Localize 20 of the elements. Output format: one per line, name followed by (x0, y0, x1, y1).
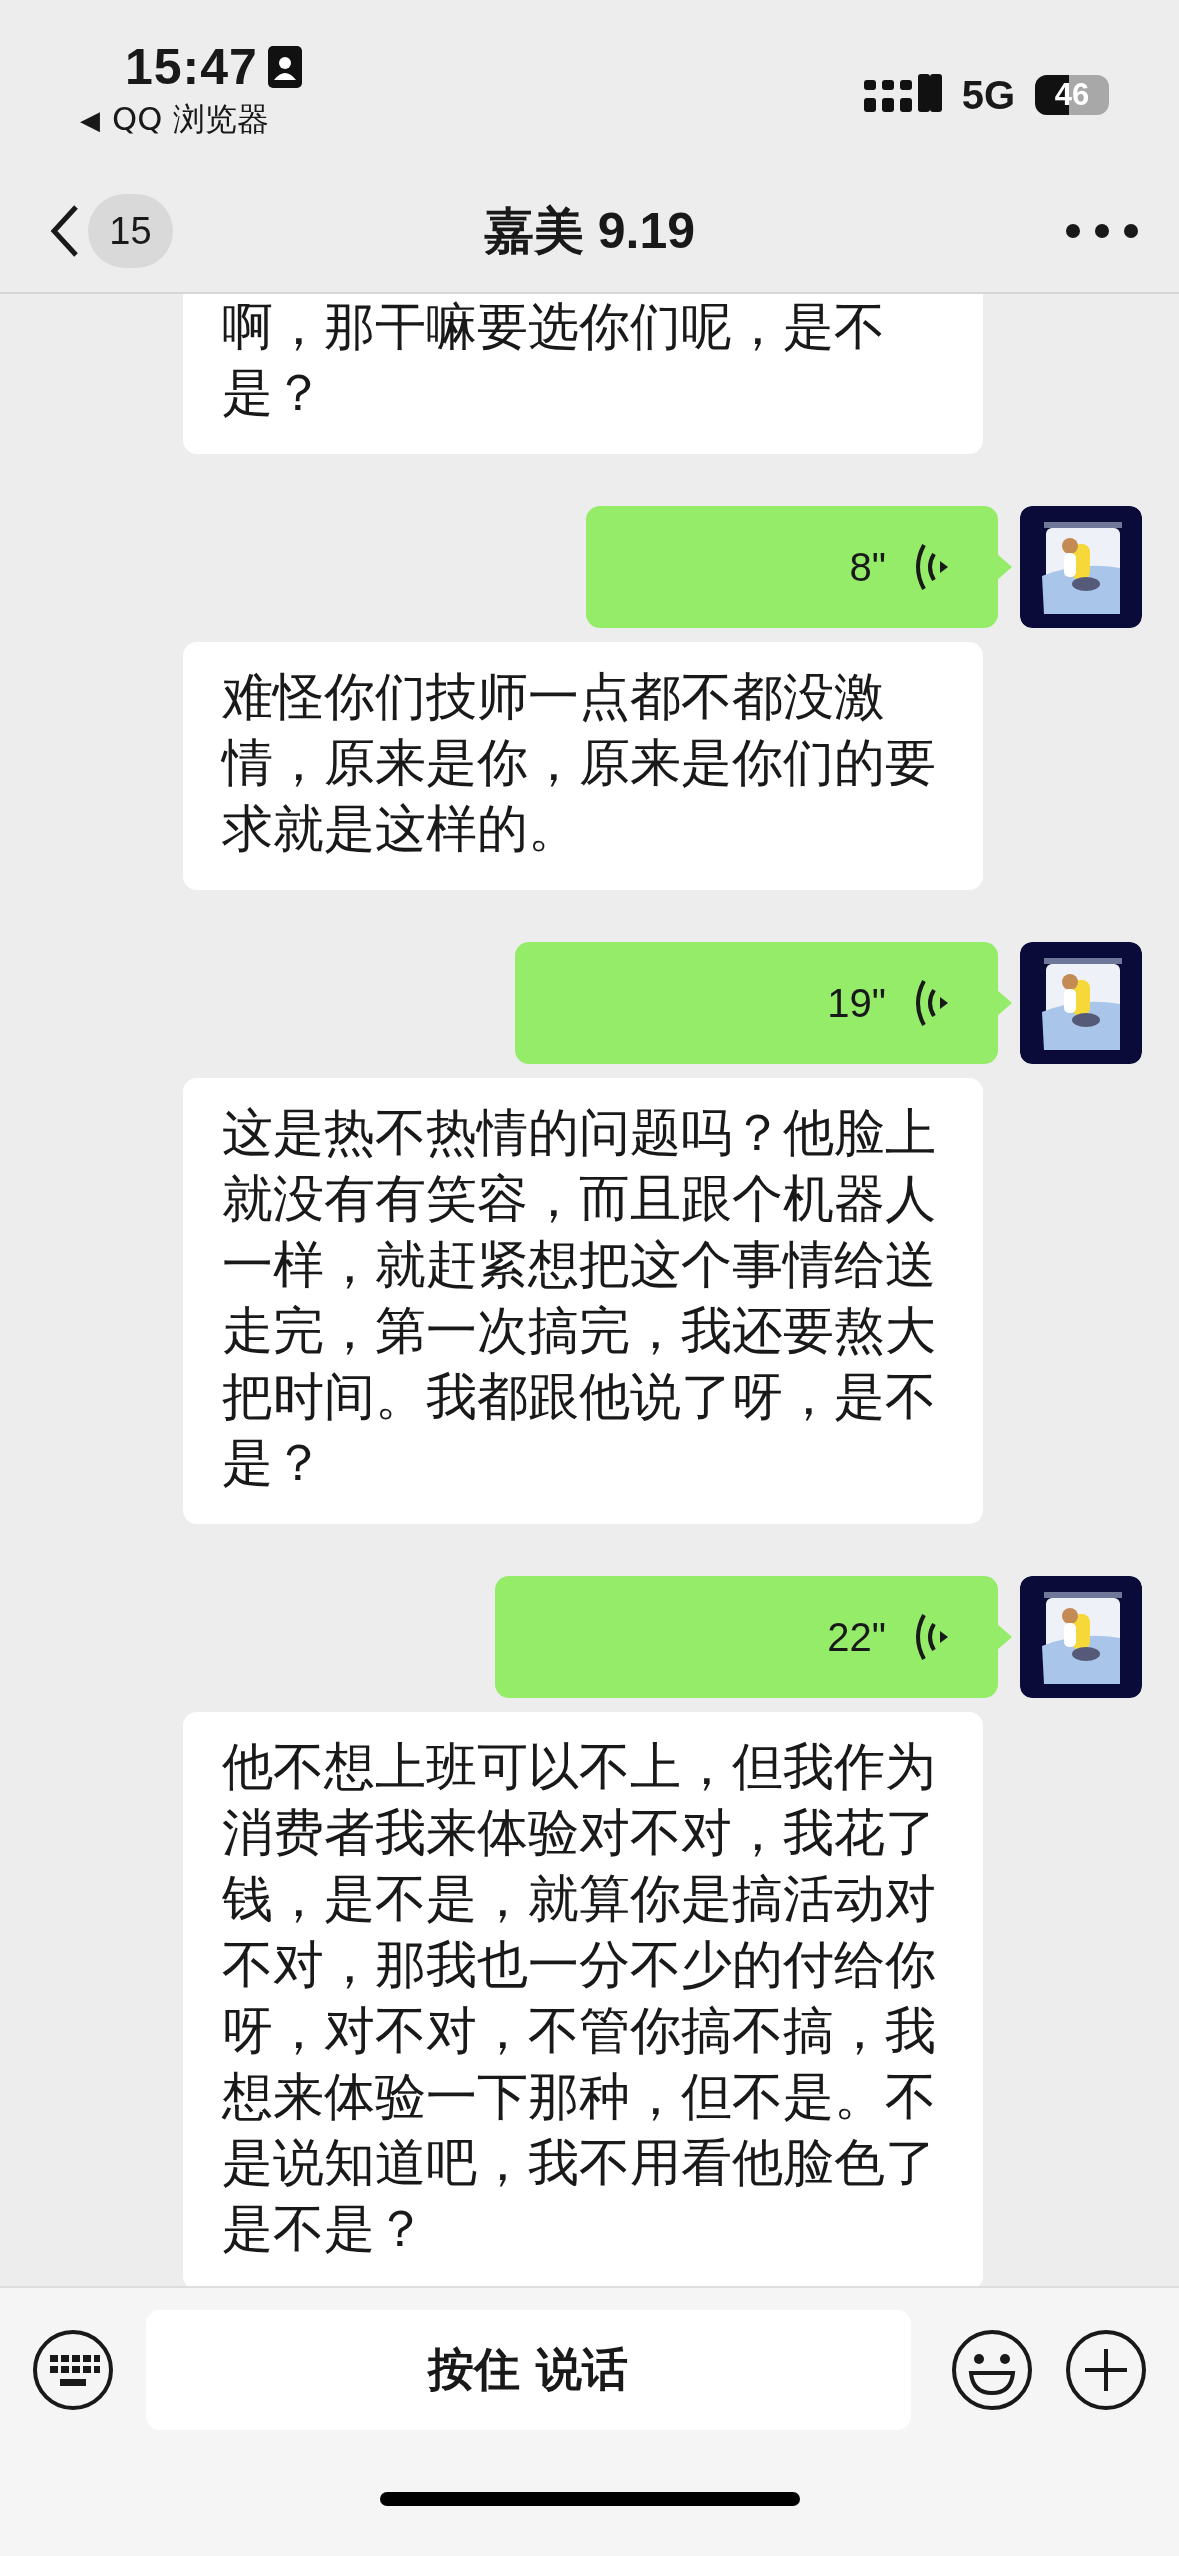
message-bubble: 这是热不热情的问题吗？他脸上就没有有笑容，而且跟个机器人一样，就赶紧想把这个事情给送走完，第一次搞完，我还要熬大把时间。我都跟他说了呀，是不是？ (183, 1078, 983, 1524)
network-type: 5G (961, 72, 1015, 118)
hold-to-talk-button[interactable]: 按住 说话 (146, 2310, 911, 2430)
message-bubble: 难怪你们技师一点都不都没激情，原来是你，原来是你们的要求就是这样的。 (183, 642, 983, 890)
back-app-label[interactable]: QQ 浏览器 (112, 98, 269, 142)
voice-wave-icon (914, 542, 948, 592)
add-icon[interactable] (1065, 2329, 1147, 2411)
back-arrow[interactable]: ◀ (80, 105, 100, 135)
message-bubble: 他不想上班可以不上，但我作为消费者我来体验对不对，我花了钱，是不是，就算你是搞活动对不对，那我也一分不少的付给你呀，对不对，不管你搞不搞，我想来体验一下那种，但不是。不是说知道吧，我不用看他脸色了是不是？ (183, 1712, 983, 2286)
more-icon[interactable] (1065, 223, 1139, 239)
chat-title: 嘉美 9.19 (483, 202, 696, 259)
emoji-icon[interactable] (951, 2329, 1033, 2411)
unread-badge[interactable]: 15 (88, 194, 173, 268)
message-bubble: 啊，那干嘛要选你们呢，是不是？ (183, 294, 983, 454)
voice-wave-icon (914, 978, 948, 1028)
status-time: 15:47 (125, 38, 258, 96)
voice-wave-icon (914, 1612, 948, 1662)
keyboard-icon[interactable] (32, 2329, 114, 2411)
back-icon[interactable] (50, 203, 80, 259)
contact-card-icon (267, 46, 302, 88)
